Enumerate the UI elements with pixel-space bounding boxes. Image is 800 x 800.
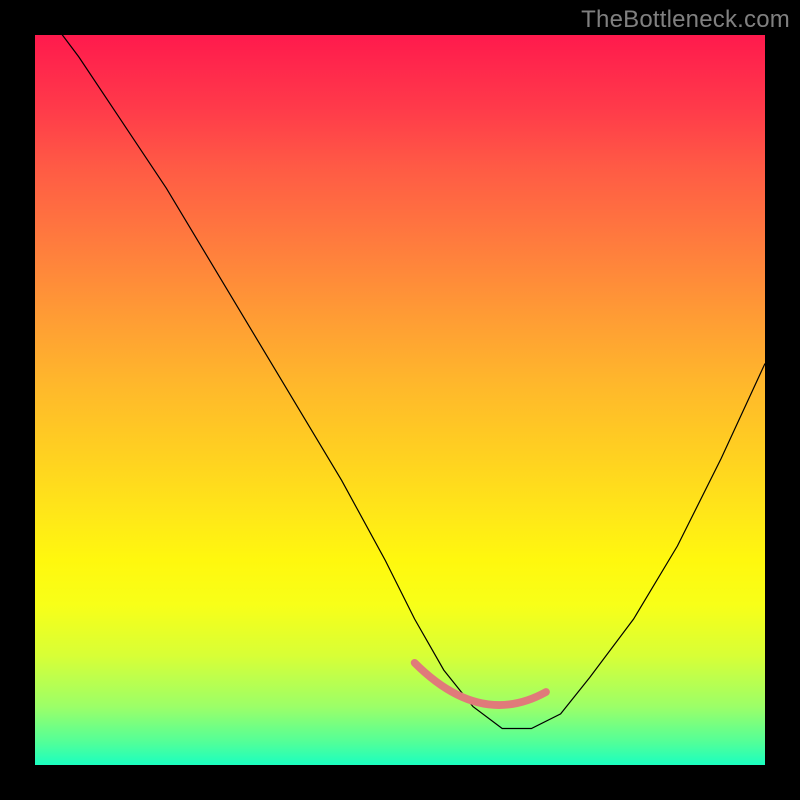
highlight-band xyxy=(415,663,546,705)
bottleneck-curve-path xyxy=(35,0,765,729)
watermark-label: TheBottleneck.com xyxy=(581,6,790,34)
plot-area xyxy=(35,35,765,765)
chart-overlay xyxy=(35,35,765,765)
chart-frame: TheBottleneck.com xyxy=(0,0,800,800)
